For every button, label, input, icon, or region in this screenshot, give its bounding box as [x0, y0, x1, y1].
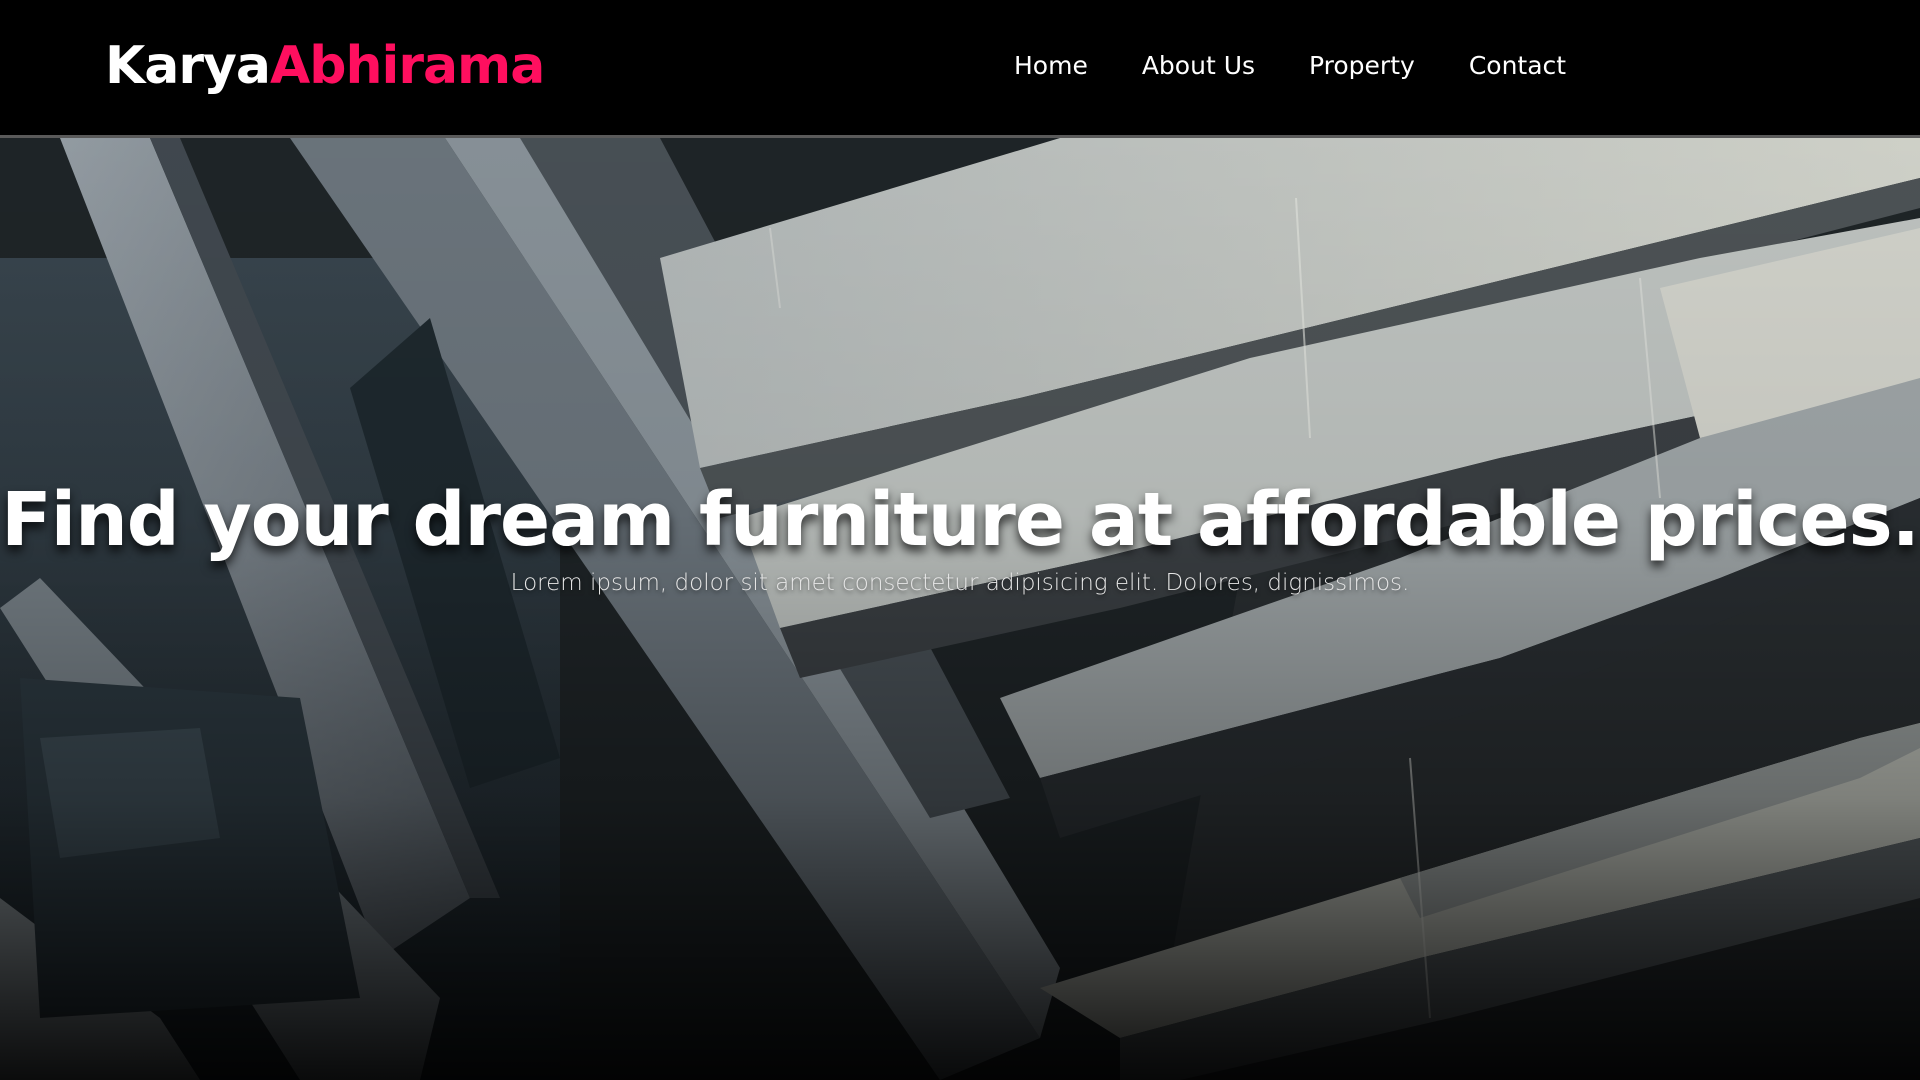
hero-copy: Find your dream furniture at affordable …: [0, 478, 1920, 600]
nav-link-contact[interactable]: Contact: [1469, 48, 1566, 84]
main-nav: Home About Us Property Contact: [1014, 48, 1566, 84]
logo-text-primary: Karya: [105, 36, 271, 96]
logo-text-accent: Abhirama: [270, 36, 545, 96]
navbar: KaryaAbhirama Home About Us Property Con…: [0, 0, 1920, 138]
hero-section: Find your dream furniture at affordable …: [0, 138, 1920, 1080]
nav-link-home[interactable]: Home: [1014, 48, 1088, 84]
hero-subtext: Lorem ipsum, dolor sit amet consectetur …: [510, 570, 1410, 596]
nav-link-about-us[interactable]: About Us: [1142, 48, 1255, 84]
hero-overlay: [0, 138, 1920, 1080]
hero-headline: Find your dream furniture at affordable …: [1, 477, 1920, 563]
site-logo[interactable]: KaryaAbhirama: [105, 36, 545, 96]
nav-link-property[interactable]: Property: [1309, 48, 1415, 84]
